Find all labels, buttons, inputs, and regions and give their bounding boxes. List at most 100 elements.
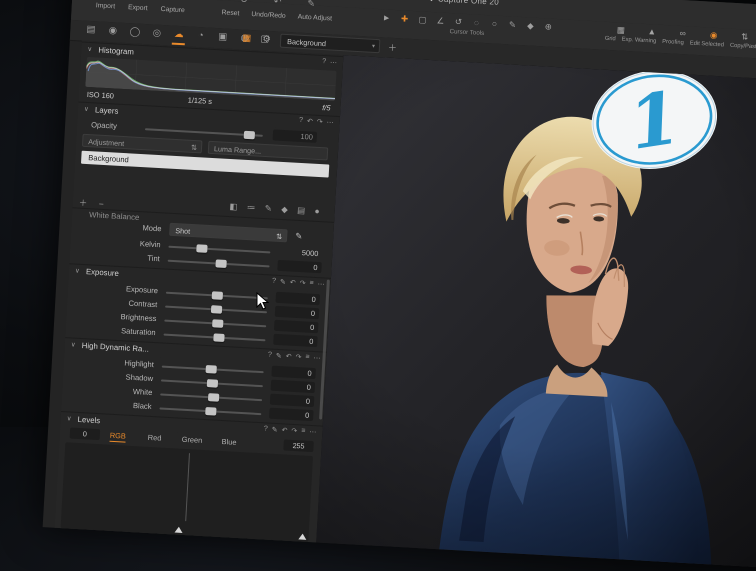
opacity-slider[interactable] [144, 128, 263, 140]
reset-button[interactable]: Reset [221, 9, 239, 17]
zoom-tool-icon[interactable]: ⊕ [543, 20, 555, 33]
grid-icon[interactable]: ▦ [614, 23, 629, 36]
library-tab-icon[interactable]: ▤ [84, 23, 98, 38]
eraser-icon[interactable]: ◆ [281, 204, 288, 214]
edit-selected-icon[interactable]: ◉ [706, 28, 721, 41]
add-layer-viewer-icon[interactable]: ＋ [388, 41, 398, 54]
redo-icon[interactable]: ↷ [295, 353, 301, 361]
copy-paste-icon[interactable]: ⇅ [737, 30, 752, 43]
proofing-icon[interactable]: ∞ [676, 27, 691, 40]
brush-icon[interactable]: ✎ [265, 203, 273, 213]
levels-channel-red[interactable]: Red [148, 433, 162, 443]
more-icon[interactable]: ⋯ [317, 280, 324, 288]
viewer-mode-icon[interactable]: ▢ [260, 34, 270, 45]
levels-channel-rgb[interactable]: RGB [109, 430, 127, 443]
saturation-slider[interactable] [163, 333, 266, 342]
help-icon[interactable]: ? [299, 117, 303, 125]
wb-eyedropper-icon[interactable]: ✎ [295, 231, 303, 242]
contrast-value[interactable]: 0 [274, 305, 320, 320]
menu-icon[interactable]: ≡ [309, 280, 313, 288]
grid-view-icon[interactable]: ▦ [242, 33, 252, 44]
levels-channel-green[interactable]: Green [181, 435, 202, 445]
edit-icon[interactable]: ✎ [276, 352, 282, 360]
exposure-warning-icon[interactable]: ▲ [645, 25, 660, 38]
undo-icon[interactable]: ↶ [281, 426, 287, 434]
exposure-tab-icon[interactable]: ☁ [172, 28, 186, 43]
viewer-layer-select[interactable]: Background ▾ [279, 33, 381, 54]
levels-right-handle[interactable] [298, 533, 307, 540]
pointer-tool-icon[interactable]: ► [381, 11, 393, 24]
rotate-tool-icon[interactable]: ↺ [453, 15, 465, 28]
menu-icon[interactable]: ≡ [301, 427, 305, 435]
reset-icon[interactable]: ↺ [240, 0, 248, 6]
shadow-value[interactable]: 0 [270, 379, 316, 394]
menu-icon[interactable]: ≡ [305, 354, 309, 362]
hand-tool-icon[interactable]: ✚ [399, 12, 411, 25]
help-icon[interactable]: ? [322, 58, 326, 66]
tint-slider[interactable] [167, 259, 270, 268]
kelvin-value[interactable]: 5000 [278, 246, 323, 259]
capture-tab-icon[interactable]: ◉ [106, 24, 120, 39]
straighten-tool-icon[interactable]: ∠ [435, 14, 447, 27]
opacity-value[interactable]: 100 [272, 129, 318, 143]
more-icon[interactable]: ⋯ [330, 58, 337, 66]
brightness-slider[interactable] [164, 319, 267, 328]
levels-min-value[interactable]: 0 [69, 427, 101, 441]
details-tab-icon[interactable]: ▣ [216, 30, 230, 45]
auto-adjust-button[interactable]: Auto Adjust [297, 14, 332, 23]
more-icon[interactable]: ⋯ [309, 428, 316, 436]
import-button[interactable]: Import [96, 2, 116, 10]
list-icon[interactable]: ≔ [247, 202, 256, 212]
gradient-mask-icon[interactable]: ▤ [297, 205, 306, 215]
levels-channel-blue[interactable]: Blue [221, 437, 236, 447]
highlight-value[interactable]: 0 [271, 365, 316, 380]
redo-icon[interactable]: ↷ [317, 118, 323, 126]
more-icon[interactable]: ⋯ [326, 118, 333, 126]
exposure-value[interactable]: 0 [275, 291, 321, 306]
image-icon[interactable]: ◧ [229, 201, 238, 211]
black-slider[interactable] [159, 407, 262, 416]
kelvin-slider[interactable] [168, 244, 271, 254]
redo-icon[interactable]: ↷ [299, 279, 305, 287]
collapse-icon[interactable]: ∨ [87, 45, 92, 53]
undo-redo-button[interactable]: Undo/Redo [251, 11, 286, 20]
edit-icon[interactable]: ✎ [280, 278, 286, 286]
remove-layer-icon[interactable]: − [98, 199, 104, 209]
contrast-slider[interactable] [165, 305, 268, 314]
shape-tool-icon[interactable]: ○ [489, 17, 501, 30]
collapse-icon[interactable]: ∨ [84, 105, 89, 113]
draw-mask-tool-icon[interactable]: ✎ [507, 18, 519, 31]
help-icon[interactable]: ? [268, 351, 272, 359]
export-button[interactable]: Export [128, 4, 148, 12]
add-layer-icon[interactable]: ＋ [79, 198, 88, 208]
undo-icon[interactable]: ↶ [307, 117, 313, 125]
radial-mask-icon[interactable]: ● [314, 206, 320, 216]
auto-adjust-icon[interactable]: ✎ [307, 0, 315, 9]
levels-histogram[interactable] [60, 442, 314, 542]
edit-icon[interactable]: ✎ [271, 426, 277, 434]
tint-value[interactable]: 0 [277, 259, 322, 274]
exposure-slider[interactable] [165, 291, 268, 300]
curve-tab-icon[interactable]: ◔ [194, 29, 208, 44]
color-tab-icon[interactable]: ◎ [150, 26, 164, 41]
help-icon[interactable]: ? [272, 278, 276, 286]
spot-tool-icon[interactable]: ◌ [471, 16, 483, 29]
redo-icon[interactable]: ↷ [291, 427, 297, 435]
image-viewer[interactable]: 1 [316, 55, 756, 571]
undo-redo-icon[interactable]: ↶ [274, 0, 282, 8]
adjustment-dropdown[interactable]: Adjustment ⇅ [81, 133, 203, 154]
white-slider[interactable] [160, 393, 263, 402]
more-icon[interactable]: ⋯ [313, 354, 320, 362]
crop-tool-icon[interactable]: ▢ [417, 13, 429, 26]
luma-range-button[interactable]: Luma Range... [207, 140, 329, 161]
capture-button[interactable]: Capture [160, 6, 185, 14]
undo-icon[interactable]: ↶ [285, 352, 291, 360]
levels-max-value[interactable]: 255 [283, 439, 314, 453]
collapse-icon[interactable]: ∨ [75, 267, 80, 275]
collapse-icon[interactable]: ∨ [71, 340, 76, 348]
black-value[interactable]: 0 [269, 407, 314, 422]
highlight-slider[interactable] [161, 364, 264, 374]
styles-tab-icon[interactable]: ◯ [128, 25, 142, 40]
brightness-value[interactable]: 0 [273, 319, 319, 334]
levels-mid-handle[interactable] [174, 526, 183, 533]
